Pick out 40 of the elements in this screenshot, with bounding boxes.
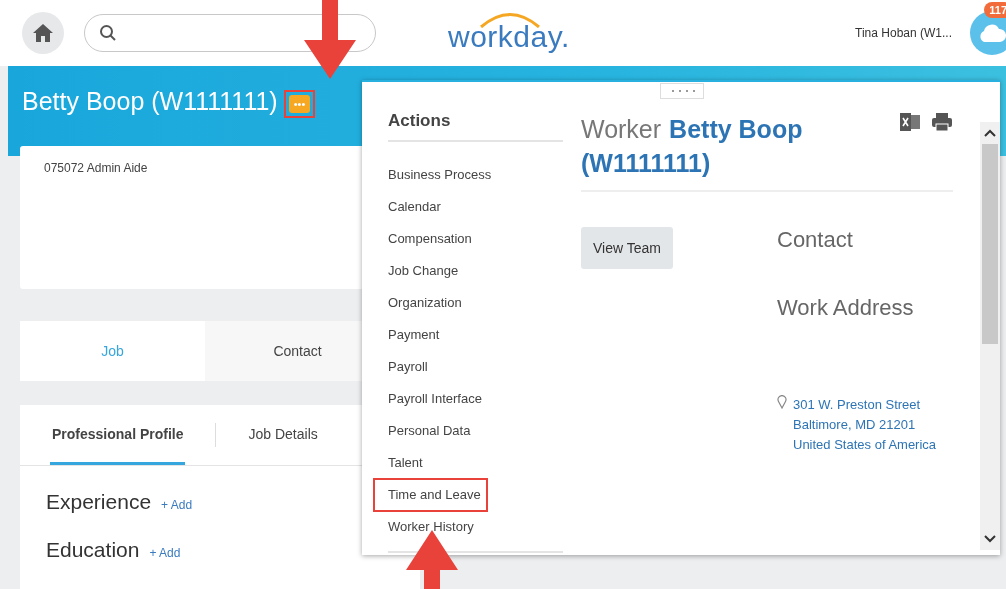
- view-team-button[interactable]: View Team: [581, 227, 673, 269]
- address-link[interactable]: United States of America: [793, 435, 937, 455]
- action-item[interactable]: Calendar: [386, 191, 443, 223]
- logo-text: workday.: [448, 20, 570, 53]
- section-title: Education: [46, 538, 140, 562]
- worker-heading: Worker Betty Boop (W1111111): [581, 114, 804, 179]
- section-title: Experience: [46, 490, 152, 514]
- user-name[interactable]: Tina Hoban (W1...: [855, 26, 952, 40]
- drag-handle[interactable]: [660, 83, 704, 99]
- action-item[interactable]: Time and Leave: [376, 481, 485, 509]
- work-address-heading: Work Address: [777, 295, 915, 321]
- print-icon[interactable]: [931, 112, 953, 132]
- home-icon: [32, 23, 54, 43]
- address-link[interactable]: 301 W. Preston Street: [793, 395, 937, 415]
- notification-badge: 117: [984, 2, 1006, 18]
- position-text: 075072 Admin Aide: [44, 161, 148, 175]
- action-item[interactable]: Personal Data: [386, 415, 473, 447]
- chevron-down-icon[interactable]: [983, 534, 997, 544]
- action-item[interactable]: Talent: [386, 447, 425, 479]
- subtab[interactable]: Professional Profile: [50, 405, 186, 465]
- address-link[interactable]: Baltimore, MD 21201: [793, 415, 937, 435]
- action-item[interactable]: Worker History: [386, 511, 476, 543]
- subtab[interactable]: Job Details: [246, 405, 320, 465]
- action-item[interactable]: Organization: [386, 287, 464, 319]
- scrollbar[interactable]: [980, 122, 1000, 550]
- search-icon: [99, 24, 117, 42]
- chevron-up-icon[interactable]: [983, 128, 997, 138]
- pin-icon: [777, 395, 787, 409]
- add-link[interactable]: + Add: [161, 498, 193, 512]
- add-link[interactable]: + Add: [149, 546, 181, 560]
- action-item[interactable]: Business Process: [386, 159, 494, 191]
- contact-heading: Contact: [777, 227, 854, 253]
- action-item[interactable]: Payroll Interface: [386, 383, 484, 415]
- excel-icon[interactable]: [899, 112, 921, 132]
- action-item[interactable]: Job Change: [386, 255, 461, 287]
- cloud-icon: [977, 23, 1006, 43]
- actions-heading: Actions: [388, 111, 563, 142]
- home-button[interactable]: [22, 12, 64, 54]
- worker-title: Betty Boop (W1111111): [22, 87, 278, 116]
- action-item[interactable]: Compensation: [386, 223, 474, 255]
